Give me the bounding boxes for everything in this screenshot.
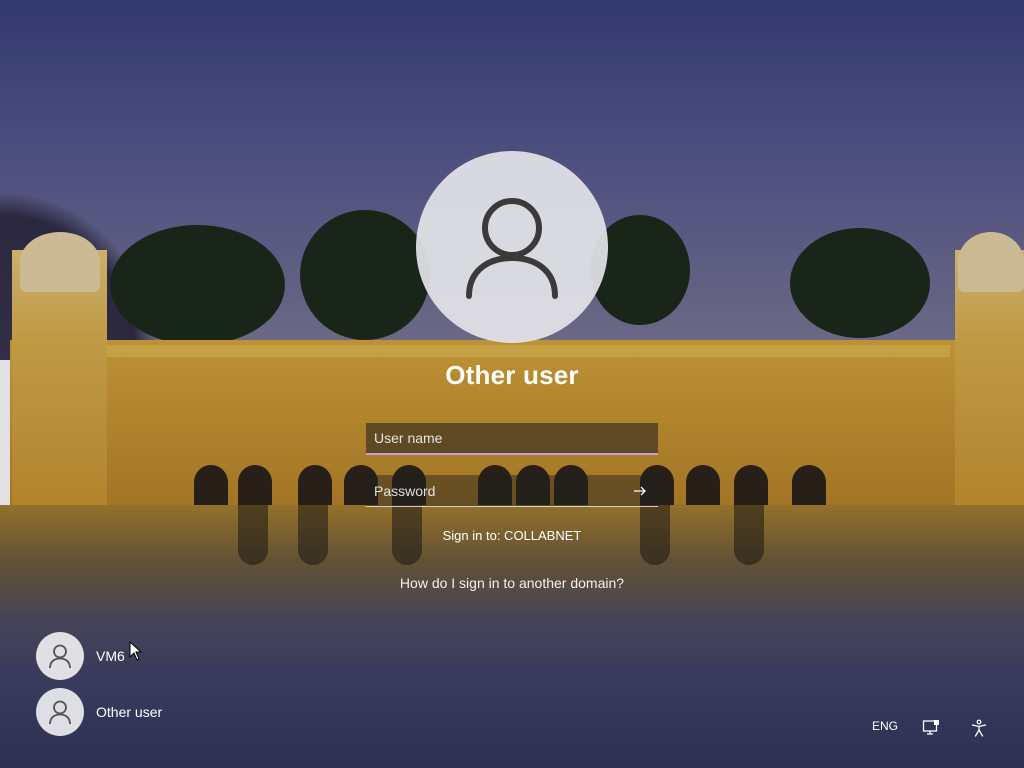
user-item-other-user[interactable]: Other user [36,688,236,736]
username-input[interactable] [366,423,658,455]
mouse-cursor-icon [129,641,143,661]
network-icon [922,720,939,735]
accessibility-icon [971,719,987,737]
other-domain-link[interactable]: How do I sign in to another domain? [0,575,1024,591]
person-icon [466,198,558,299]
user-name: Other user [96,704,163,720]
arrow-right-icon [634,486,646,496]
accessibility-button[interactable] [967,716,991,740]
user-name: VM6 [96,648,125,664]
account-title: Other user [445,360,579,390]
password-input[interactable] [366,475,658,507]
person-icon [49,700,71,725]
network-button[interactable] [919,716,943,740]
account-avatar [416,151,608,343]
user-avatar [36,688,84,736]
sign-in-domain-text: Sign in to: COLLABNET [442,528,582,543]
language-indicator[interactable]: ENG [872,719,898,733]
person-icon [49,644,71,669]
submit-button[interactable] [628,479,652,503]
user-avatar [36,632,84,680]
